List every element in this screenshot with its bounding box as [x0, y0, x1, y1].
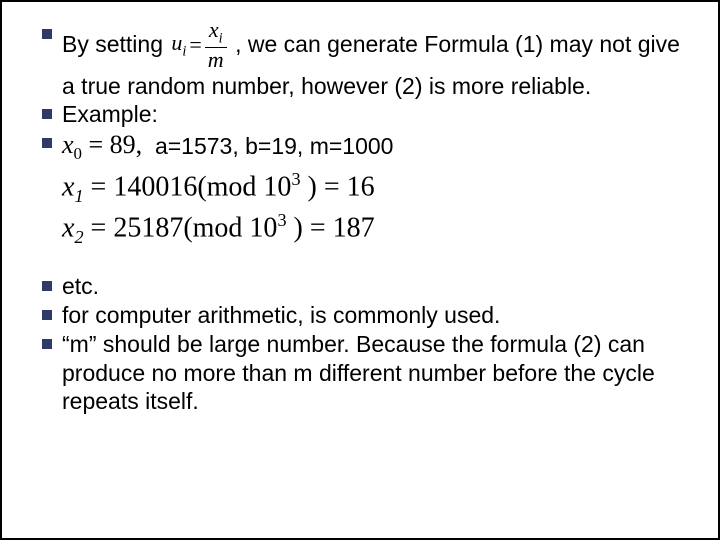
- frac-num-base: x: [209, 17, 219, 42]
- bullet-4-text: etc.: [62, 272, 680, 301]
- x0-expr: x0 = 89,: [62, 129, 142, 164]
- square-bullet-icon: [32, 20, 62, 39]
- bullet-1-pre: By setting: [62, 31, 169, 57]
- square-bullet-icon: [32, 330, 62, 349]
- eq2-body: = 25187(mod 10: [84, 213, 278, 244]
- params-text: a=1573, b=19, m=1000: [142, 132, 393, 161]
- frac-lhs-sub: i: [182, 43, 186, 59]
- equation-2: x2 = 25187(mod 103 ) = 187: [62, 210, 680, 248]
- eq2-exp: 3: [277, 210, 286, 230]
- frac-num-sub: i: [219, 30, 223, 46]
- list-item: etc.: [32, 272, 680, 301]
- square-bullet-icon: [32, 301, 62, 320]
- bullet-2-text: Example:: [62, 100, 680, 129]
- x0-eq: = 89,: [82, 130, 142, 159]
- slide: By setting ui = xi m , we can generate F…: [0, 0, 720, 540]
- eq2-var: x: [62, 213, 74, 244]
- list-item: By setting ui = xi m , we can generate F…: [32, 20, 680, 100]
- inline-fraction: ui = xi m: [171, 19, 226, 71]
- x0-var: x: [62, 130, 74, 159]
- square-bullet-icon: [32, 129, 62, 148]
- bullet-3-text: x0 = 89, a=1573, b=19, m=1000: [62, 129, 680, 164]
- bullet-6-text: “m” should be large number. Because the …: [62, 330, 680, 416]
- frac-lhs-base: u: [171, 30, 182, 55]
- eq1-var: x: [62, 171, 74, 202]
- list-item: Example:: [32, 100, 680, 129]
- equation-1: x1 = 140016(mod 103 ) = 16: [62, 169, 680, 207]
- eq1-tail: ) = 16: [301, 171, 375, 202]
- frac-den: m: [205, 48, 227, 71]
- eq2-tail: ) = 187: [287, 213, 375, 244]
- list-item: “m” should be large number. Because the …: [32, 330, 680, 416]
- eq1-sub: 1: [74, 185, 83, 205]
- eq1-body: = 140016(mod 10: [84, 171, 292, 202]
- bullet-5-text: for computer arithmetic, is commonly use…: [62, 301, 680, 330]
- list-item: for computer arithmetic, is commonly use…: [32, 301, 680, 330]
- bullet-1-text: By setting ui = xi m , we can generate F…: [62, 20, 680, 100]
- square-bullet-icon: [32, 272, 62, 291]
- eq1-exp: 3: [291, 169, 300, 189]
- list-item: x0 = 89, a=1573, b=19, m=1000: [32, 129, 680, 164]
- square-bullet-icon: [32, 100, 62, 119]
- x0-sub: 0: [74, 144, 82, 163]
- eq2-sub: 2: [74, 227, 83, 247]
